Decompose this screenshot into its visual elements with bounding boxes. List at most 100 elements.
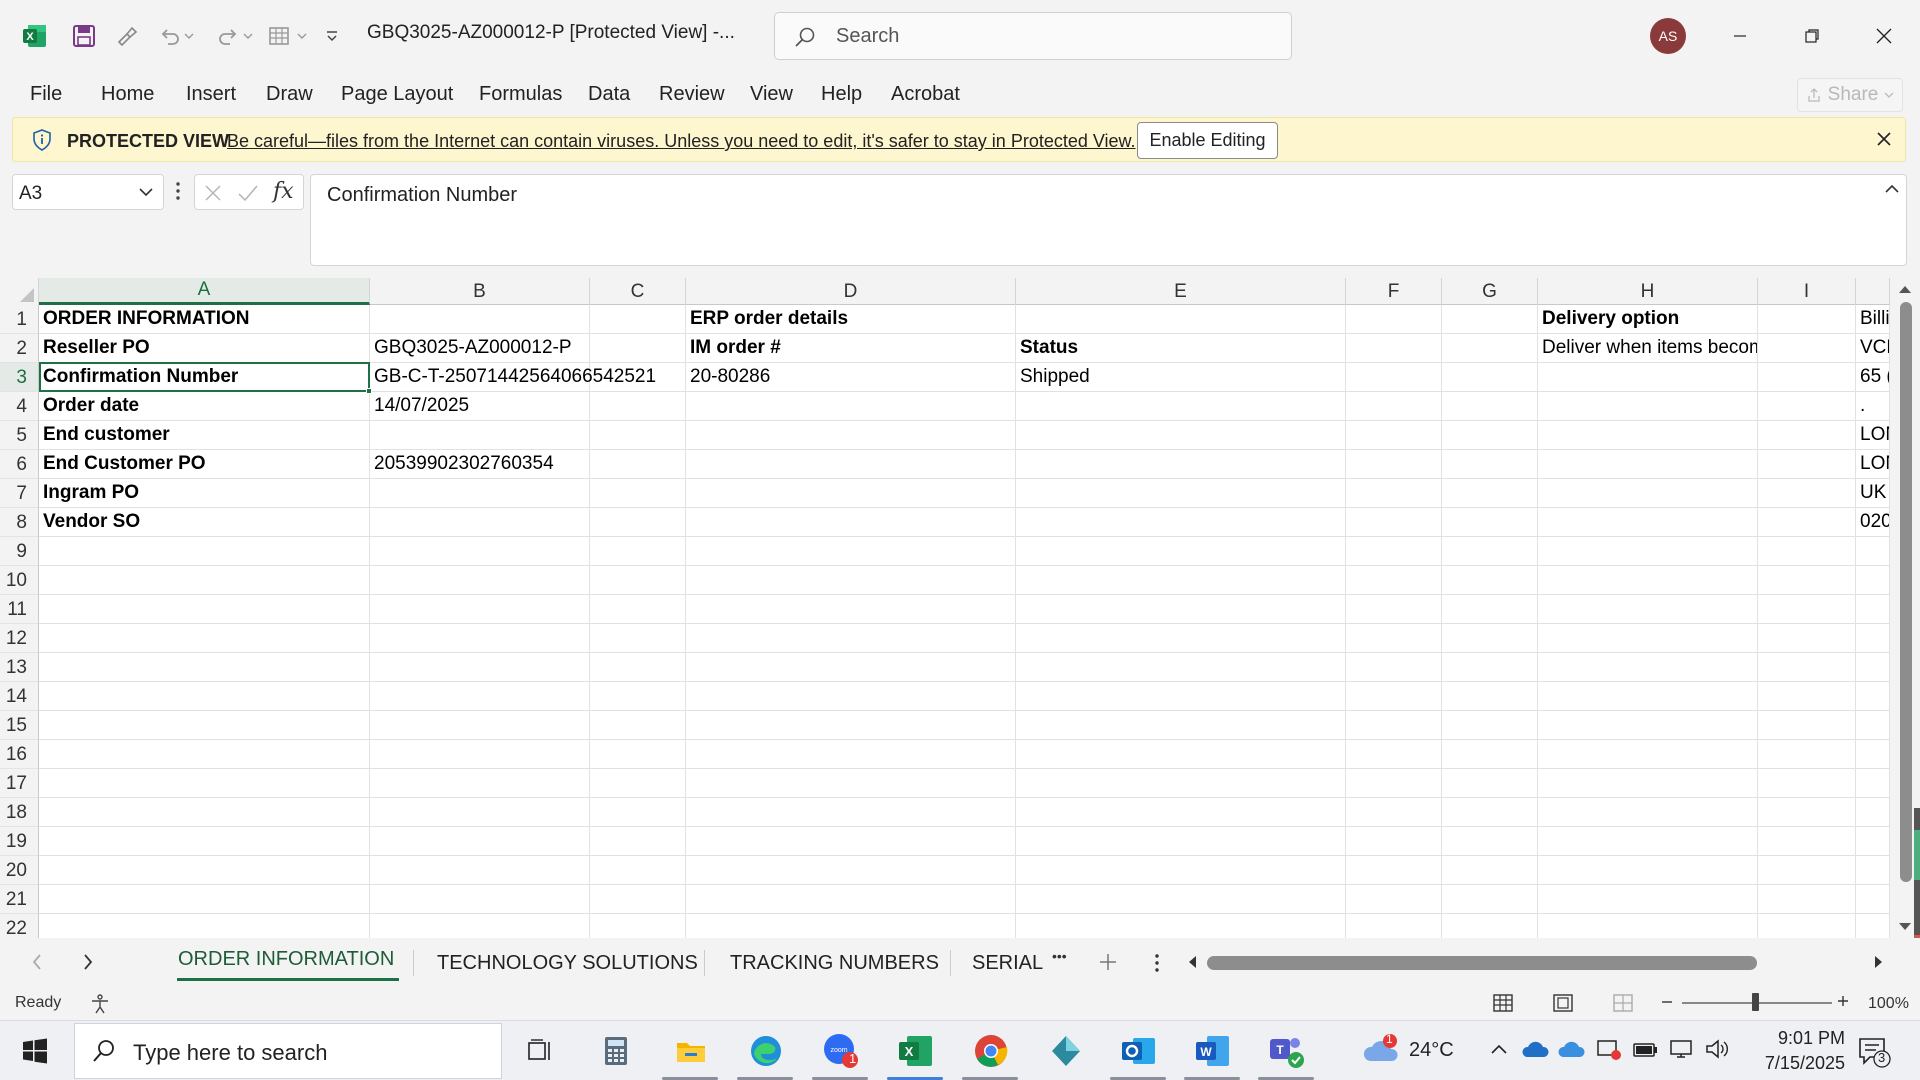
scroll-right-icon[interactable] bbox=[1874, 955, 1884, 969]
excel-taskbar-icon[interactable]: X bbox=[893, 1029, 939, 1073]
column-header[interactable]: H bbox=[1538, 278, 1758, 305]
calculator-icon[interactable] bbox=[593, 1029, 639, 1073]
cell[interactable]: IM order # bbox=[686, 334, 1016, 363]
sheet-options-icon[interactable] bbox=[1154, 953, 1160, 973]
cell[interactable] bbox=[1016, 508, 1346, 537]
prev-sheet-icon[interactable] bbox=[31, 953, 43, 971]
cell[interactable] bbox=[686, 682, 1016, 711]
windows-start-icon[interactable] bbox=[22, 1038, 48, 1064]
cell[interactable] bbox=[1016, 682, 1346, 711]
cell[interactable] bbox=[1346, 856, 1442, 885]
cell[interactable]: End Customer PO bbox=[39, 450, 370, 479]
clock-time[interactable]: 9:01 PM bbox=[1755, 1028, 1845, 1049]
cell[interactable] bbox=[1442, 450, 1538, 479]
cell[interactable] bbox=[1758, 421, 1856, 450]
weather-temperature[interactable]: 24°C bbox=[1409, 1039, 1454, 1062]
cell[interactable] bbox=[1442, 711, 1538, 740]
column-header[interactable]: F bbox=[1346, 278, 1442, 305]
cell[interactable]: Shipped bbox=[1016, 363, 1346, 392]
cell[interactable] bbox=[1016, 450, 1346, 479]
cell[interactable] bbox=[1758, 798, 1856, 827]
cell[interactable] bbox=[39, 827, 370, 856]
cell[interactable] bbox=[1346, 682, 1442, 711]
cell[interactable] bbox=[686, 856, 1016, 885]
cell[interactable] bbox=[1538, 740, 1758, 769]
teams-icon[interactable]: T bbox=[1264, 1029, 1310, 1073]
zoom-out-icon[interactable] bbox=[1660, 995, 1674, 1009]
vertical-scroll-thumb[interactable] bbox=[1900, 302, 1912, 882]
cell[interactable] bbox=[370, 827, 590, 856]
cell[interactable]: 20539902302760354 bbox=[370, 450, 590, 479]
cell[interactable] bbox=[1442, 769, 1538, 798]
cell[interactable] bbox=[1758, 682, 1856, 711]
cell[interactable]: Ingram PO bbox=[39, 479, 370, 508]
cancel-entry-icon[interactable] bbox=[203, 183, 223, 203]
cell[interactable] bbox=[1016, 769, 1346, 798]
insert-function-icon[interactable]: fx bbox=[273, 179, 294, 204]
column-header[interactable] bbox=[1856, 278, 1890, 305]
cell[interactable] bbox=[1538, 682, 1758, 711]
row-header[interactable]: 2 bbox=[0, 334, 39, 363]
cell[interactable] bbox=[39, 769, 370, 798]
cell[interactable] bbox=[370, 566, 590, 595]
cell[interactable] bbox=[370, 305, 590, 334]
cell[interactable] bbox=[39, 566, 370, 595]
table-dropdown-icon[interactable] bbox=[294, 20, 310, 52]
sheet-tab-tracking-numbers[interactable]: TRACKING NUMBERS bbox=[730, 952, 939, 975]
cell[interactable]: Delivery option bbox=[1538, 305, 1758, 334]
tab-page-layout[interactable]: Page Layout bbox=[341, 83, 453, 106]
cell[interactable] bbox=[1442, 508, 1538, 537]
cell[interactable] bbox=[1856, 566, 1890, 595]
cell[interactable] bbox=[1758, 479, 1856, 508]
cell[interactable] bbox=[1442, 856, 1538, 885]
cell[interactable] bbox=[590, 334, 686, 363]
cell[interactable]: . bbox=[1856, 392, 1890, 421]
cell[interactable] bbox=[1346, 653, 1442, 682]
cell[interactable] bbox=[1346, 479, 1442, 508]
cell[interactable] bbox=[1442, 363, 1538, 392]
cell[interactable] bbox=[590, 827, 686, 856]
cell[interactable] bbox=[1538, 537, 1758, 566]
cell[interactable] bbox=[39, 595, 370, 624]
cell[interactable] bbox=[1442, 334, 1538, 363]
row-header[interactable]: 3 bbox=[0, 363, 39, 392]
select-all-corner[interactable] bbox=[0, 278, 39, 305]
cell[interactable] bbox=[1856, 885, 1890, 914]
cell[interactable] bbox=[1758, 827, 1856, 856]
cell[interactable] bbox=[1538, 856, 1758, 885]
cell[interactable] bbox=[1758, 450, 1856, 479]
more-sheets-icon[interactable]: ••• bbox=[1052, 948, 1067, 964]
cell[interactable] bbox=[1856, 653, 1890, 682]
normal-view-icon[interactable] bbox=[1492, 992, 1514, 1014]
cell[interactable] bbox=[686, 827, 1016, 856]
row-header[interactable]: 7 bbox=[0, 479, 39, 508]
cell[interactable]: Vendor SO bbox=[39, 508, 370, 537]
cell[interactable] bbox=[1442, 537, 1538, 566]
cell[interactable] bbox=[1758, 653, 1856, 682]
cell[interactable] bbox=[590, 682, 686, 711]
column-header[interactable]: I bbox=[1758, 278, 1856, 305]
cell[interactable] bbox=[590, 392, 686, 421]
cell[interactable] bbox=[370, 624, 590, 653]
cell[interactable]: UK bbox=[1856, 479, 1890, 508]
chevron-down-icon[interactable] bbox=[139, 187, 153, 197]
cell[interactable]: LON bbox=[1856, 421, 1890, 450]
cell[interactable] bbox=[1016, 914, 1346, 938]
cell[interactable] bbox=[1442, 595, 1538, 624]
cell[interactable] bbox=[590, 653, 686, 682]
enable-editing-button[interactable]: Enable Editing bbox=[1137, 122, 1278, 159]
cell[interactable] bbox=[686, 392, 1016, 421]
cell[interactable] bbox=[590, 305, 686, 334]
cell[interactable] bbox=[1346, 740, 1442, 769]
cell[interactable] bbox=[686, 885, 1016, 914]
undo-dropdown-icon[interactable] bbox=[181, 20, 197, 52]
cell[interactable] bbox=[370, 421, 590, 450]
cell[interactable] bbox=[39, 885, 370, 914]
cell[interactable] bbox=[590, 450, 686, 479]
network-icon[interactable] bbox=[1668, 1038, 1694, 1060]
onedrive-business-icon[interactable] bbox=[1558, 1039, 1586, 1059]
cell[interactable] bbox=[1346, 334, 1442, 363]
cell[interactable] bbox=[686, 798, 1016, 827]
cell[interactable]: GB-C-T-25071442564066542521 bbox=[370, 363, 656, 392]
cell[interactable] bbox=[1442, 740, 1538, 769]
